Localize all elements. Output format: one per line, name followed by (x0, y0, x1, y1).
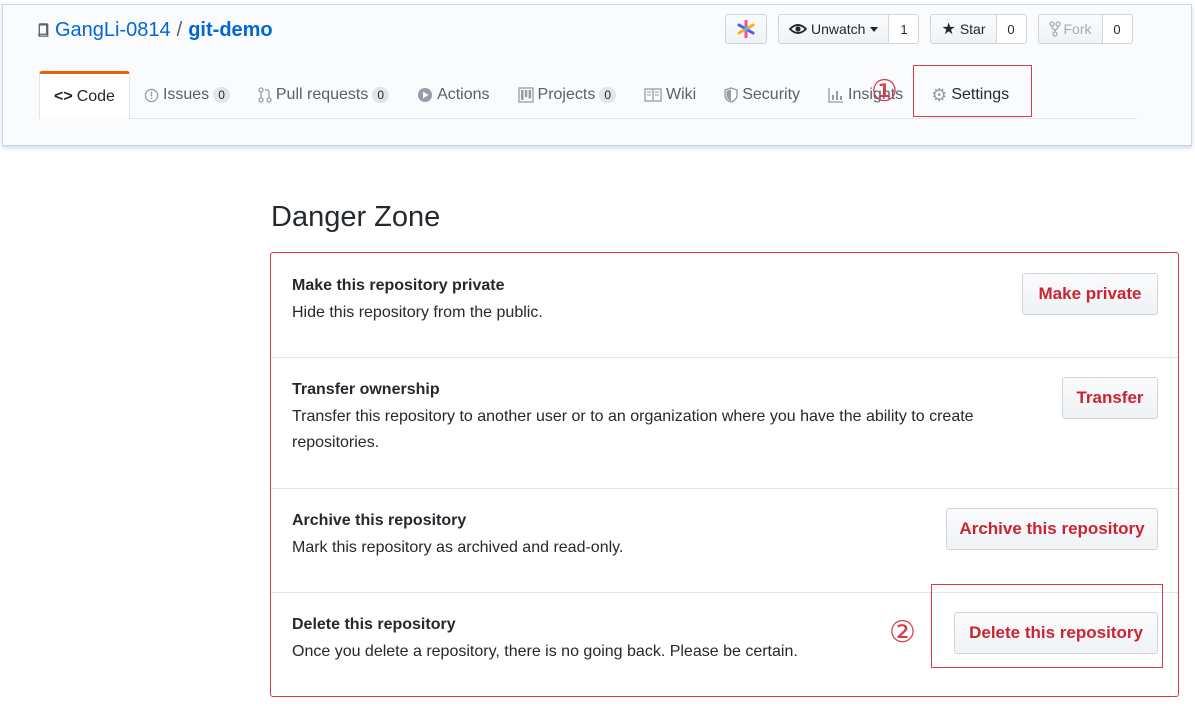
star-label: Star (959, 21, 986, 37)
watch-group: Unwatch 1 (778, 14, 920, 44)
star-group: ★ Star 0 (930, 14, 1027, 44)
repo-actions: Unwatch 1 ★ Star 0 Fork 0 (725, 14, 1144, 44)
sponsor-button[interactable] (725, 14, 767, 44)
fork-count[interactable]: 0 (1102, 14, 1133, 44)
subnav-line-left (39, 146, 272, 147)
danger-item-name: Make this repository private (292, 277, 505, 294)
star-count[interactable]: 0 (996, 14, 1027, 44)
repo-title: GangLi-0814 / git-demo (37, 19, 273, 42)
tab-projects[interactable]: Projects 0 (504, 71, 630, 119)
danger-item-archive: Archive this repository Mark this reposi… (271, 488, 1178, 593)
repo-owner-link[interactable]: GangLi-0814 (55, 19, 171, 42)
pull-request-icon (258, 87, 272, 103)
sparkle-icon (737, 20, 755, 38)
tab-code[interactable]: <> Code (39, 71, 130, 119)
eye-icon (789, 24, 807, 34)
play-icon (417, 87, 433, 103)
tab-actions-label: Actions (437, 86, 490, 103)
danger-zone-title: Danger Zone (271, 201, 441, 233)
chevron-down-icon (870, 26, 879, 32)
tab-insights[interactable]: Insights (814, 71, 917, 119)
tab-projects-label: Projects (537, 86, 596, 103)
tab-security-label: Security (742, 86, 801, 103)
star-button[interactable]: ★ Star (930, 14, 997, 44)
watch-count[interactable]: 1 (889, 14, 920, 44)
repo-name-link[interactable]: git-demo (188, 19, 272, 42)
book-icon (644, 88, 662, 102)
tab-security[interactable]: Security (710, 71, 814, 119)
archive-button[interactable]: Archive this repository (946, 508, 1158, 550)
tab-code-label: Code (76, 87, 115, 105)
tab-issues-label: Issues (162, 86, 210, 103)
tab-pull-requests-label: Pull requests (275, 86, 369, 103)
shield-icon (724, 87, 738, 103)
danger-item-desc: Once you delete a repository, there is n… (292, 643, 798, 660)
make-private-button[interactable]: Make private (1022, 273, 1158, 315)
fork-group: Fork 0 (1037, 14, 1133, 44)
danger-item-private: Make this repository private Hide this r… (271, 253, 1178, 358)
issue-icon (144, 88, 159, 103)
repo-icon (38, 23, 49, 37)
danger-item-transfer: Transfer ownership Transfer this reposit… (271, 357, 1178, 489)
delete-highlight-box (931, 584, 1163, 668)
unwatch-label: Unwatch (811, 21, 866, 37)
project-icon (517, 87, 534, 103)
tab-actions[interactable]: Actions (403, 71, 503, 119)
danger-item-name: Transfer ownership (292, 381, 440, 398)
danger-item-desc: Transfer this repository to another user… (292, 408, 974, 451)
danger-item-name: Delete this repository (292, 616, 456, 633)
issues-counter: 0 (213, 87, 230, 103)
settings-highlight-box (913, 65, 1032, 117)
repo-separator: / (176, 19, 183, 41)
tab-wiki[interactable]: Wiki (630, 71, 710, 119)
fork-button[interactable]: Fork (1037, 14, 1103, 44)
graph-icon (828, 87, 844, 103)
danger-item-desc: Hide this repository from the public. (292, 304, 543, 321)
tab-issues[interactable]: Issues 0 (130, 71, 244, 119)
subnav-line-right (273, 146, 1137, 147)
fork-icon (1048, 21, 1061, 37)
danger-item-desc: Mark this repository as archived and rea… (292, 539, 624, 556)
star-icon: ★ (941, 21, 956, 38)
fork-label: Fork (1063, 21, 1092, 37)
danger-item-name: Archive this repository (292, 512, 467, 529)
tab-pull-requests[interactable]: Pull requests 0 (244, 71, 403, 119)
unwatch-button[interactable]: Unwatch (778, 14, 890, 44)
annotation-two: ② (889, 615, 916, 650)
code-icon: <> (54, 87, 73, 105)
projects-counter: 0 (599, 87, 617, 103)
tab-wiki-label: Wiki (666, 86, 697, 103)
transfer-button[interactable]: Transfer (1062, 377, 1158, 419)
annotation-one: ① (871, 74, 898, 109)
pull-requests-counter: 0 (372, 87, 390, 103)
